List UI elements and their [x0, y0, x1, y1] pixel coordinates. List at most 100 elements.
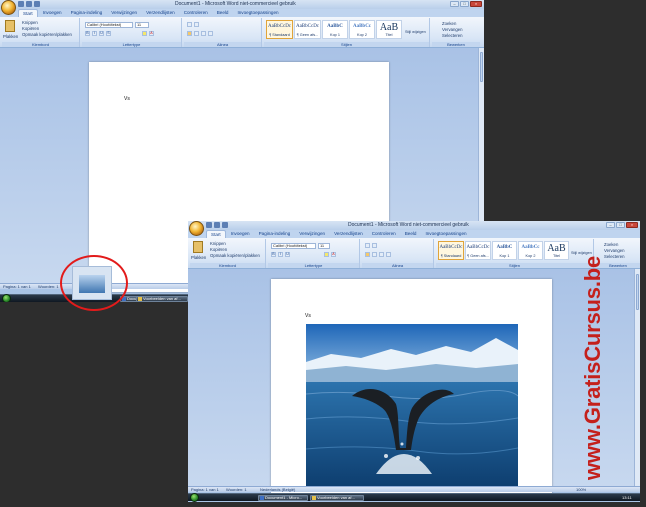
tab-beeld[interactable]: Beeld: [401, 230, 421, 238]
font-name-combo[interactable]: Calibri (Hoofdtekst): [85, 22, 133, 28]
front-page[interactable]: Vs: [271, 279, 552, 494]
font-size-combo[interactable]: 11: [135, 22, 149, 28]
style-kop-2[interactable]: AaBbCc Kop 2: [518, 241, 543, 260]
tab-invoegen[interactable]: Invoegen: [39, 9, 66, 17]
change-styles-button[interactable]: Stijl wijzigen: [405, 30, 426, 34]
style-standaard[interactable]: AaBbCcDc ¶ Standaard: [266, 20, 293, 39]
tray-clock[interactable]: 13:11: [622, 494, 632, 501]
numbering-button[interactable]: [372, 243, 377, 248]
justify-button[interactable]: [208, 31, 213, 36]
office-button[interactable]: [1, 0, 16, 15]
replace-button[interactable]: Vervangen: [442, 27, 463, 32]
style-titel[interactable]: AaB Titel: [376, 20, 402, 39]
italic-button[interactable]: I: [92, 31, 97, 36]
style-standaard[interactable]: AaBbCcDc ¶ Standaard: [438, 241, 464, 260]
tab-verzendlijsten[interactable]: Verzendlijsten: [142, 9, 179, 17]
format-painter-button[interactable]: Opmaak kopiëren/plakken: [210, 253, 260, 258]
cut-button[interactable]: Knippen: [22, 20, 38, 25]
tab-verzendlijsten[interactable]: Verzendlijsten: [330, 230, 367, 238]
paste-button[interactable]: Plakken: [191, 255, 206, 260]
minimize-button[interactable]: –: [450, 1, 459, 7]
front-window-title: Document1 - Microsoft Word niet-commerci…: [348, 222, 469, 228]
select-button[interactable]: Selecteren: [604, 254, 625, 259]
whale-tail-image[interactable]: [306, 324, 518, 489]
tab-controleren[interactable]: Controleren: [368, 230, 400, 238]
underline-button[interactable]: U: [285, 252, 290, 257]
office-button[interactable]: [189, 221, 204, 236]
save-icon[interactable]: [206, 222, 212, 228]
front-scroll-thumb[interactable]: [636, 274, 639, 310]
underline-button[interactable]: U: [99, 31, 104, 36]
front-taskbar: Document1 - Micro... Voorbeelden van af.…: [188, 493, 640, 502]
close-button[interactable]: ×: [626, 222, 638, 228]
align-right-button[interactable]: [379, 252, 384, 257]
front-vertical-scrollbar[interactable]: [634, 269, 640, 486]
find-button[interactable]: Zoeken: [604, 242, 618, 247]
tab-start[interactable]: Start: [206, 230, 226, 238]
maximize-button[interactable]: □: [460, 1, 469, 7]
style-kop-1[interactable]: AaBbC Kop 1: [322, 20, 348, 39]
change-styles-button[interactable]: Stijl wijzigen: [571, 251, 592, 255]
numbering-button[interactable]: [194, 22, 199, 27]
highlight-button[interactable]: [324, 252, 329, 257]
start-button[interactable]: [190, 493, 199, 502]
style-kop-1[interactable]: AaBbC Kop 1: [492, 241, 517, 260]
paste-icon[interactable]: [5, 20, 15, 32]
front-taskbar-folder[interactable]: Voorbeelden van af...: [310, 495, 364, 501]
tab-start[interactable]: Start: [18, 9, 38, 17]
close-button[interactable]: ×: [470, 1, 482, 7]
bold-button[interactable]: B: [271, 252, 276, 257]
tab-pagina-indeling[interactable]: Pagina-indeling: [255, 230, 295, 238]
align-center-button[interactable]: [194, 31, 199, 36]
minimize-button[interactable]: –: [606, 222, 615, 228]
highlight-button[interactable]: [142, 31, 147, 36]
copy-button[interactable]: Kopiëren: [210, 247, 227, 252]
tab-verwijzingen[interactable]: Verwijzingen: [295, 230, 329, 238]
tab-beeld[interactable]: Beeld: [213, 9, 233, 17]
start-button[interactable]: [2, 294, 11, 302]
style-kop-2[interactable]: AaBbCc Kop 2: [349, 20, 375, 39]
undo-icon[interactable]: [26, 1, 32, 7]
back-scroll-thumb[interactable]: [480, 52, 483, 82]
save-icon[interactable]: [18, 1, 24, 7]
front-taskbar-word[interactable]: Document1 - Micro...: [258, 495, 308, 501]
italic-button[interactable]: I: [278, 252, 283, 257]
tab-verwijzingen[interactable]: Verwijzingen: [107, 9, 141, 17]
bold-button[interactable]: B: [85, 31, 90, 36]
strikethrough-button[interactable]: S: [106, 31, 111, 36]
copy-button[interactable]: Kopiëren: [22, 26, 39, 31]
tab-controleren[interactable]: Controleren: [180, 9, 212, 17]
tab-invoegtoepassingen[interactable]: Invoegtoepassingen: [233, 9, 282, 17]
select-button[interactable]: Selecteren: [442, 33, 463, 38]
font-color-button[interactable]: A: [331, 252, 336, 257]
justify-button[interactable]: [386, 252, 391, 257]
redo-icon[interactable]: [222, 222, 228, 228]
align-right-button[interactable]: [201, 31, 206, 36]
style-titel[interactable]: AaB Titel: [544, 241, 569, 260]
bullets-button[interactable]: [365, 243, 370, 248]
redo-icon[interactable]: [34, 1, 40, 7]
style-geen-afstand[interactable]: AaBbCcDc ¶ Geen afs...: [465, 241, 491, 260]
cut-button[interactable]: Knippen: [210, 241, 226, 246]
replace-button[interactable]: Vervangen: [604, 248, 625, 253]
font-name-combo[interactable]: Calibri (Hoofdtekst): [271, 243, 316, 249]
undo-icon[interactable]: [214, 222, 220, 228]
align-left-button[interactable]: [365, 252, 370, 257]
align-left-button[interactable]: [187, 31, 192, 36]
find-button[interactable]: Zoeken: [442, 21, 456, 26]
style-geen-afstand[interactable]: AaBbCcDc ¶ Geen afs...: [294, 20, 321, 39]
maximize-button[interactable]: □: [616, 222, 625, 228]
font-size-combo[interactable]: 11: [318, 243, 330, 249]
tab-invoegen[interactable]: Invoegen: [227, 230, 254, 238]
back-ribbon: Plakken Knippen Kopiëren Opmaak kopiëren…: [0, 17, 484, 48]
tab-invoegtoepassingen[interactable]: Invoegtoepassingen: [421, 230, 470, 238]
align-center-button[interactable]: [372, 252, 377, 257]
bullets-button[interactable]: [187, 22, 192, 27]
back-status-page: Pagina: 1 van 1: [3, 284, 31, 289]
font-color-button[interactable]: A: [149, 31, 154, 36]
paste-icon[interactable]: [193, 241, 203, 253]
tab-pagina-indeling[interactable]: Pagina-indeling: [67, 9, 107, 17]
format-painter-button[interactable]: Opmaak kopiëren/plakken: [22, 32, 72, 37]
paste-button[interactable]: Plakken: [3, 34, 18, 39]
back-taskbar-folder[interactable]: Voorbeelden van af...: [136, 296, 188, 302]
